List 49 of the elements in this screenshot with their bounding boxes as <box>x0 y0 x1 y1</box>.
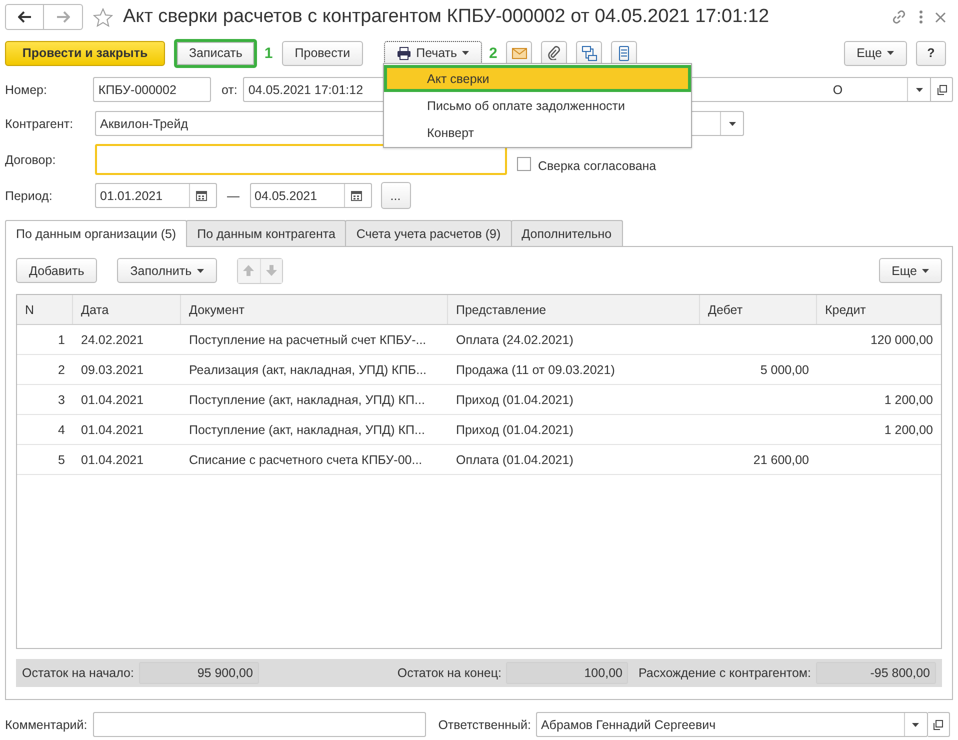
field-label: Комментарий: <box>5 718 88 732</box>
table-cell-text: 120 000,00 <box>869 332 934 348</box>
column-header: Дата <box>73 295 181 324</box>
table-cell-text: Оплата (24.02.2021) <box>455 332 574 349</box>
table-cell-text: 1 200,00 <box>883 392 934 408</box>
table-cell-text: Поступление на расчетный счет КПБУ-... <box>188 332 428 349</box>
dash: — <box>227 188 240 202</box>
table-cell-text: 5 000,00 <box>759 362 810 378</box>
step-number: 2 <box>489 44 498 62</box>
table-cell-text: 2 <box>57 362 66 378</box>
table-cell-text: 4 <box>57 422 66 438</box>
total-value: -95 800,00 <box>816 662 936 684</box>
step-number: 1 <box>264 44 273 62</box>
checkbox-label: Сверка согласована <box>538 159 656 173</box>
field-label: Период: <box>5 188 54 202</box>
field-label: Договор: <box>5 152 57 166</box>
table-cell-text: Приход (01.04.2021) <box>455 392 574 409</box>
column-header: Кредит <box>817 295 941 324</box>
total-label: Расхождение с контрагентом: <box>638 666 811 680</box>
field-label: от: <box>221 82 238 96</box>
column-header: Представление <box>448 295 700 324</box>
table-cell-text: 24.02.2021 <box>80 332 145 348</box>
total-label: Остаток на начало: <box>22 666 134 680</box>
table-cell-text: Приход (01.04.2021) <box>455 422 574 439</box>
window-title: Акт сверки расчетов с контрагентом КПБУ-000002 от 04.05.2021 17:01:12 <box>123 6 770 28</box>
column-header: Дебет <box>700 295 817 324</box>
total-label: Остаток на конец: <box>397 666 502 680</box>
total-value: 100,00 <box>506 662 628 684</box>
table-cell-text: 1 200,00 <box>883 422 934 438</box>
field-label: Ответственный: <box>438 718 531 732</box>
table-cell-text: 01.04.2021 <box>80 422 145 438</box>
table-cell-text: Поступление (акт, накладная, УПД) КП... <box>188 422 426 439</box>
table-cell-text: 3 <box>57 392 66 408</box>
table-cell-text: 09.03.2021 <box>80 362 145 378</box>
table-cell-text: 1 <box>57 332 66 348</box>
column-header: Документ <box>181 295 448 324</box>
field-label: Номер: <box>5 82 48 96</box>
table-cell-text: Оплата (01.04.2021) <box>455 452 574 469</box>
column-header: N <box>17 295 73 324</box>
table-cell-text: 01.04.2021 <box>80 452 145 468</box>
field-label: Контрагент: <box>5 116 74 130</box>
table-cell-text: 01.04.2021 <box>80 392 145 408</box>
table-cell-text: Списание с расчетного счета КПБУ-00... <box>188 452 424 469</box>
table-cell-text: Продажа (11 от 09.03.2021) <box>455 362 616 379</box>
table-cell-text: Реализация (акт, накладная, УПД) КПБ... <box>188 362 428 379</box>
table-cell-text: 5 <box>57 452 66 468</box>
total-value: 95 900,00 <box>138 662 259 684</box>
table-cell-text: 21 600,00 <box>752 452 810 468</box>
table-cell-text: Поступление (акт, накладная, УПД) КП... <box>188 392 426 409</box>
